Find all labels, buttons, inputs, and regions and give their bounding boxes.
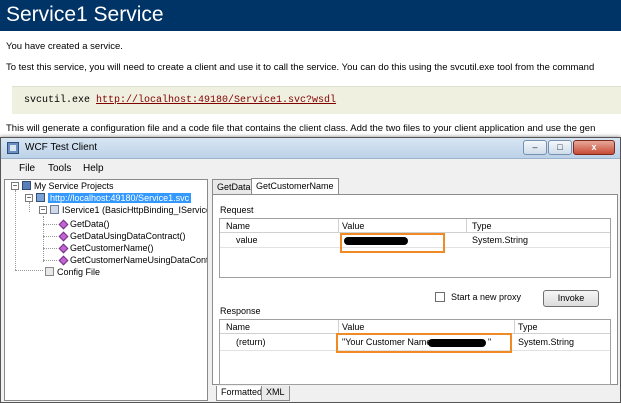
tree-item-root[interactable]: My Service Projects xyxy=(22,180,114,192)
tree-item-method[interactable]: GetCustomerName() xyxy=(58,242,154,254)
window-title: WCF Test Client xyxy=(25,142,98,153)
wsdl-link[interactable]: http://localhost:49180/Service1.svc?wsdl xyxy=(96,95,336,106)
response-label: Response xyxy=(220,306,261,316)
collapse-interface-toggle[interactable]: − xyxy=(39,206,47,214)
tab-getcustomername[interactable]: GetCustomerName xyxy=(251,178,339,195)
collapse-root-toggle[interactable]: − xyxy=(11,182,19,190)
interface-icon xyxy=(50,205,59,214)
code-block: svcutil.exe http://localhost:49180/Servi… xyxy=(12,86,621,114)
method-icon xyxy=(58,231,69,242)
request-label: Request xyxy=(220,205,254,215)
request-param-name: value xyxy=(236,235,258,245)
column-header-type[interactable]: Type xyxy=(472,220,492,232)
tab-xml[interactable]: XML xyxy=(261,386,290,401)
column-header-type[interactable]: Type xyxy=(518,321,538,333)
tree-method-label: GetData() xyxy=(70,219,110,229)
request-grid-header: Name Value Type xyxy=(220,219,610,233)
column-header-value[interactable]: Value xyxy=(342,220,364,232)
page-title: Service1 Service xyxy=(6,3,164,26)
tree-item-method[interactable]: GetData() xyxy=(58,218,110,230)
response-return-name: (return) xyxy=(236,337,266,347)
tree-method-label: GetDataUsingDataContract() xyxy=(70,231,186,241)
tree-service-label: http://localhost:49180/Service1.svc xyxy=(48,193,192,203)
request-value-highlight xyxy=(340,233,445,253)
tree-item-interface[interactable]: IService1 (BasicHttpBinding_IService xyxy=(50,204,208,216)
tree-item-service[interactable]: http://localhost:49180/Service1.svc xyxy=(36,192,192,204)
tree-item-method[interactable]: GetCustomerNameUsingDataCont xyxy=(58,254,208,266)
service-tree: − My Service Projects − http://localhost… xyxy=(4,179,208,401)
close-button[interactable]: x xyxy=(573,140,615,155)
instructions-text: To test this service, you will need to c… xyxy=(6,62,595,73)
tree-interface-label: IService1 (BasicHttpBinding_IService xyxy=(62,205,208,215)
config-file-icon xyxy=(45,267,54,276)
maximize-button[interactable]: □ xyxy=(548,140,572,155)
wcf-test-client-window: WCF Test Client – □ x File Tools Help − … xyxy=(0,137,621,403)
tree-item-config[interactable]: Config File xyxy=(45,266,100,278)
column-header-value[interactable]: Value xyxy=(342,321,364,333)
method-icon xyxy=(58,255,69,266)
title-bar: WCF Test Client – □ x xyxy=(1,138,620,159)
tree-method-label: GetCustomerNameUsingDataCont xyxy=(70,255,208,265)
response-value-highlight xyxy=(336,333,512,353)
method-panel: GetData GetCustomerName Request Name Val… xyxy=(212,178,618,401)
new-proxy-checkbox[interactable] xyxy=(435,292,445,302)
menu-file[interactable]: File xyxy=(19,163,35,174)
intro-text: You have created a service. xyxy=(6,41,123,52)
page-header: Service1 Service xyxy=(0,0,621,31)
response-return-type: System.String xyxy=(518,337,575,347)
minimize-button[interactable]: – xyxy=(523,140,547,155)
invoke-button[interactable]: Invoke xyxy=(543,290,599,307)
tab-getdata[interactable]: GetData xyxy=(212,179,256,194)
method-icon xyxy=(58,219,69,230)
menu-help[interactable]: Help xyxy=(83,163,104,174)
followup-text: This will generate a configuration file … xyxy=(6,123,596,134)
folder-icon xyxy=(22,181,31,190)
method-icon xyxy=(58,243,69,254)
tree-method-label: GetCustomerName() xyxy=(70,243,154,253)
tab-content: Request Name Value Type value System.Str… xyxy=(212,194,618,385)
column-header-name[interactable]: Name xyxy=(226,321,250,333)
new-proxy-label: Start a new proxy xyxy=(451,292,522,302)
column-header-name[interactable]: Name xyxy=(226,220,250,232)
app-icon xyxy=(7,142,19,154)
tab-formatted[interactable]: Formatted xyxy=(216,386,268,401)
response-grid-header: Name Value Type xyxy=(220,320,610,334)
collapse-service-toggle[interactable]: − xyxy=(25,194,33,202)
menu-tools[interactable]: Tools xyxy=(48,163,71,174)
service-icon xyxy=(36,193,45,202)
menu-bar: File Tools Help xyxy=(1,160,620,178)
tree-config-label: Config File xyxy=(57,267,101,277)
code-command: svcutil.exe xyxy=(24,95,91,106)
tree-item-method[interactable]: GetDataUsingDataContract() xyxy=(58,230,186,242)
tree-root-label: My Service Projects xyxy=(34,181,114,191)
request-param-type: System.String xyxy=(472,235,529,245)
